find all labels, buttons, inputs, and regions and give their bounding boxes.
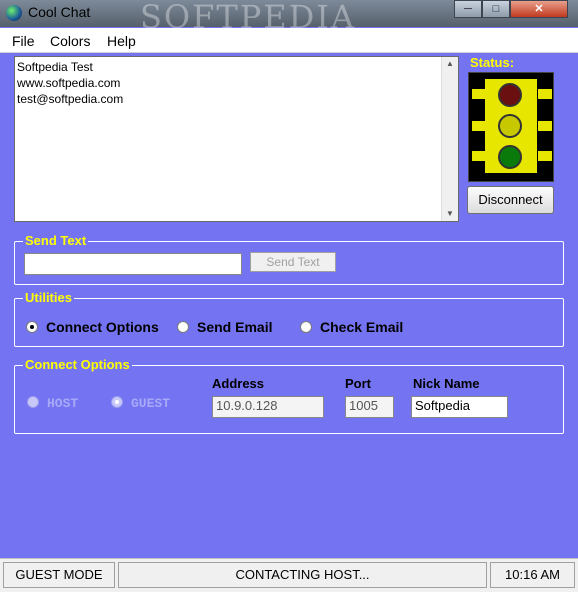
red-lamp: [498, 83, 522, 107]
globe-icon: [6, 5, 22, 21]
connect-options-radio[interactable]: Connect Options: [26, 319, 159, 335]
radio-label: Check Email: [320, 319, 404, 335]
maximize-button[interactable]: □: [482, 0, 510, 18]
radio-label: Send Email: [197, 319, 273, 335]
port-label: Port: [345, 376, 371, 391]
scroll-up-icon[interactable]: ▲: [442, 57, 458, 71]
address-field[interactable]: 10.9.0.128: [212, 396, 324, 418]
port-field[interactable]: 1005: [345, 396, 394, 418]
minimize-button[interactable]: ─: [454, 0, 482, 18]
menu-bar: File Colors Help: [0, 28, 578, 53]
status-bar: GUEST MODE CONTACTING HOST... 10:16 AM: [0, 558, 578, 592]
app-window: Cool Chat SOFTPEDIA ─ □ ✕ File Colors He…: [0, 0, 578, 592]
send-email-radio[interactable]: Send Email: [177, 319, 272, 335]
chat-line: Softpedia Test: [17, 60, 93, 74]
radio-icon: [177, 321, 189, 333]
radio-label: GUEST: [131, 396, 171, 411]
chat-scrollbar[interactable]: ▲ ▼: [441, 57, 458, 221]
radio-selected-icon: [26, 321, 38, 333]
chat-lines: Softpedia Test www.softpedia.com test@so…: [17, 59, 123, 107]
menu-file[interactable]: File: [12, 33, 35, 49]
status-label: Status:: [470, 55, 515, 70]
chat-line: www.softpedia.com: [17, 76, 121, 90]
address-label: Address: [212, 376, 265, 391]
traffic-light-arm: [472, 151, 486, 161]
radio-selected-icon: [111, 396, 123, 408]
radio-icon: [27, 396, 39, 408]
green-lamp: [498, 145, 522, 169]
nick-name-label: Nick Name: [413, 376, 480, 391]
send-text-group: Send Text Send Text: [14, 233, 564, 285]
chat-line: test@softpedia.com: [17, 92, 124, 106]
radio-label: Connect Options: [46, 319, 159, 335]
utilities-legend: Utilities: [23, 290, 74, 305]
host-radio[interactable]: HOST: [27, 396, 78, 411]
yellow-lamp: [498, 114, 522, 138]
status-time: 10:16 AM: [490, 562, 575, 588]
status-mode: GUEST MODE: [3, 562, 115, 588]
guest-radio[interactable]: GUEST: [111, 396, 170, 411]
traffic-light-arm: [538, 121, 552, 131]
connect-options-group: Connect Options HOST GUEST Address 10.9.…: [14, 357, 564, 434]
radio-icon: [300, 321, 312, 333]
status-message: CONTACTING HOST...: [118, 562, 487, 588]
window-title: Cool Chat: [28, 4, 91, 20]
send-text-legend: Send Text: [23, 233, 89, 248]
send-text-button[interactable]: Send Text: [250, 252, 336, 272]
traffic-light-arm: [472, 89, 486, 99]
menu-colors[interactable]: Colors: [50, 33, 90, 49]
title-bar[interactable]: Cool Chat SOFTPEDIA ─ □ ✕: [0, 0, 578, 36]
disconnect-button[interactable]: Disconnect: [467, 186, 554, 214]
traffic-light-arm: [538, 89, 552, 99]
send-text-input[interactable]: [24, 253, 242, 275]
check-email-radio[interactable]: Check Email: [300, 319, 403, 335]
traffic-light-icon: [468, 72, 554, 182]
scroll-down-icon[interactable]: ▼: [442, 207, 458, 221]
utilities-group: Utilities Connect Options Send Email Che…: [14, 290, 564, 347]
close-button[interactable]: ✕: [510, 0, 568, 18]
chat-textarea[interactable]: Softpedia Test www.softpedia.com test@so…: [14, 56, 459, 222]
traffic-light-arm: [538, 151, 552, 161]
radio-label: HOST: [47, 396, 79, 411]
connect-options-legend: Connect Options: [23, 357, 132, 372]
traffic-light-arm: [472, 121, 486, 131]
nick-name-field[interactable]: Softpedia: [411, 396, 508, 418]
menu-help[interactable]: Help: [107, 33, 136, 49]
